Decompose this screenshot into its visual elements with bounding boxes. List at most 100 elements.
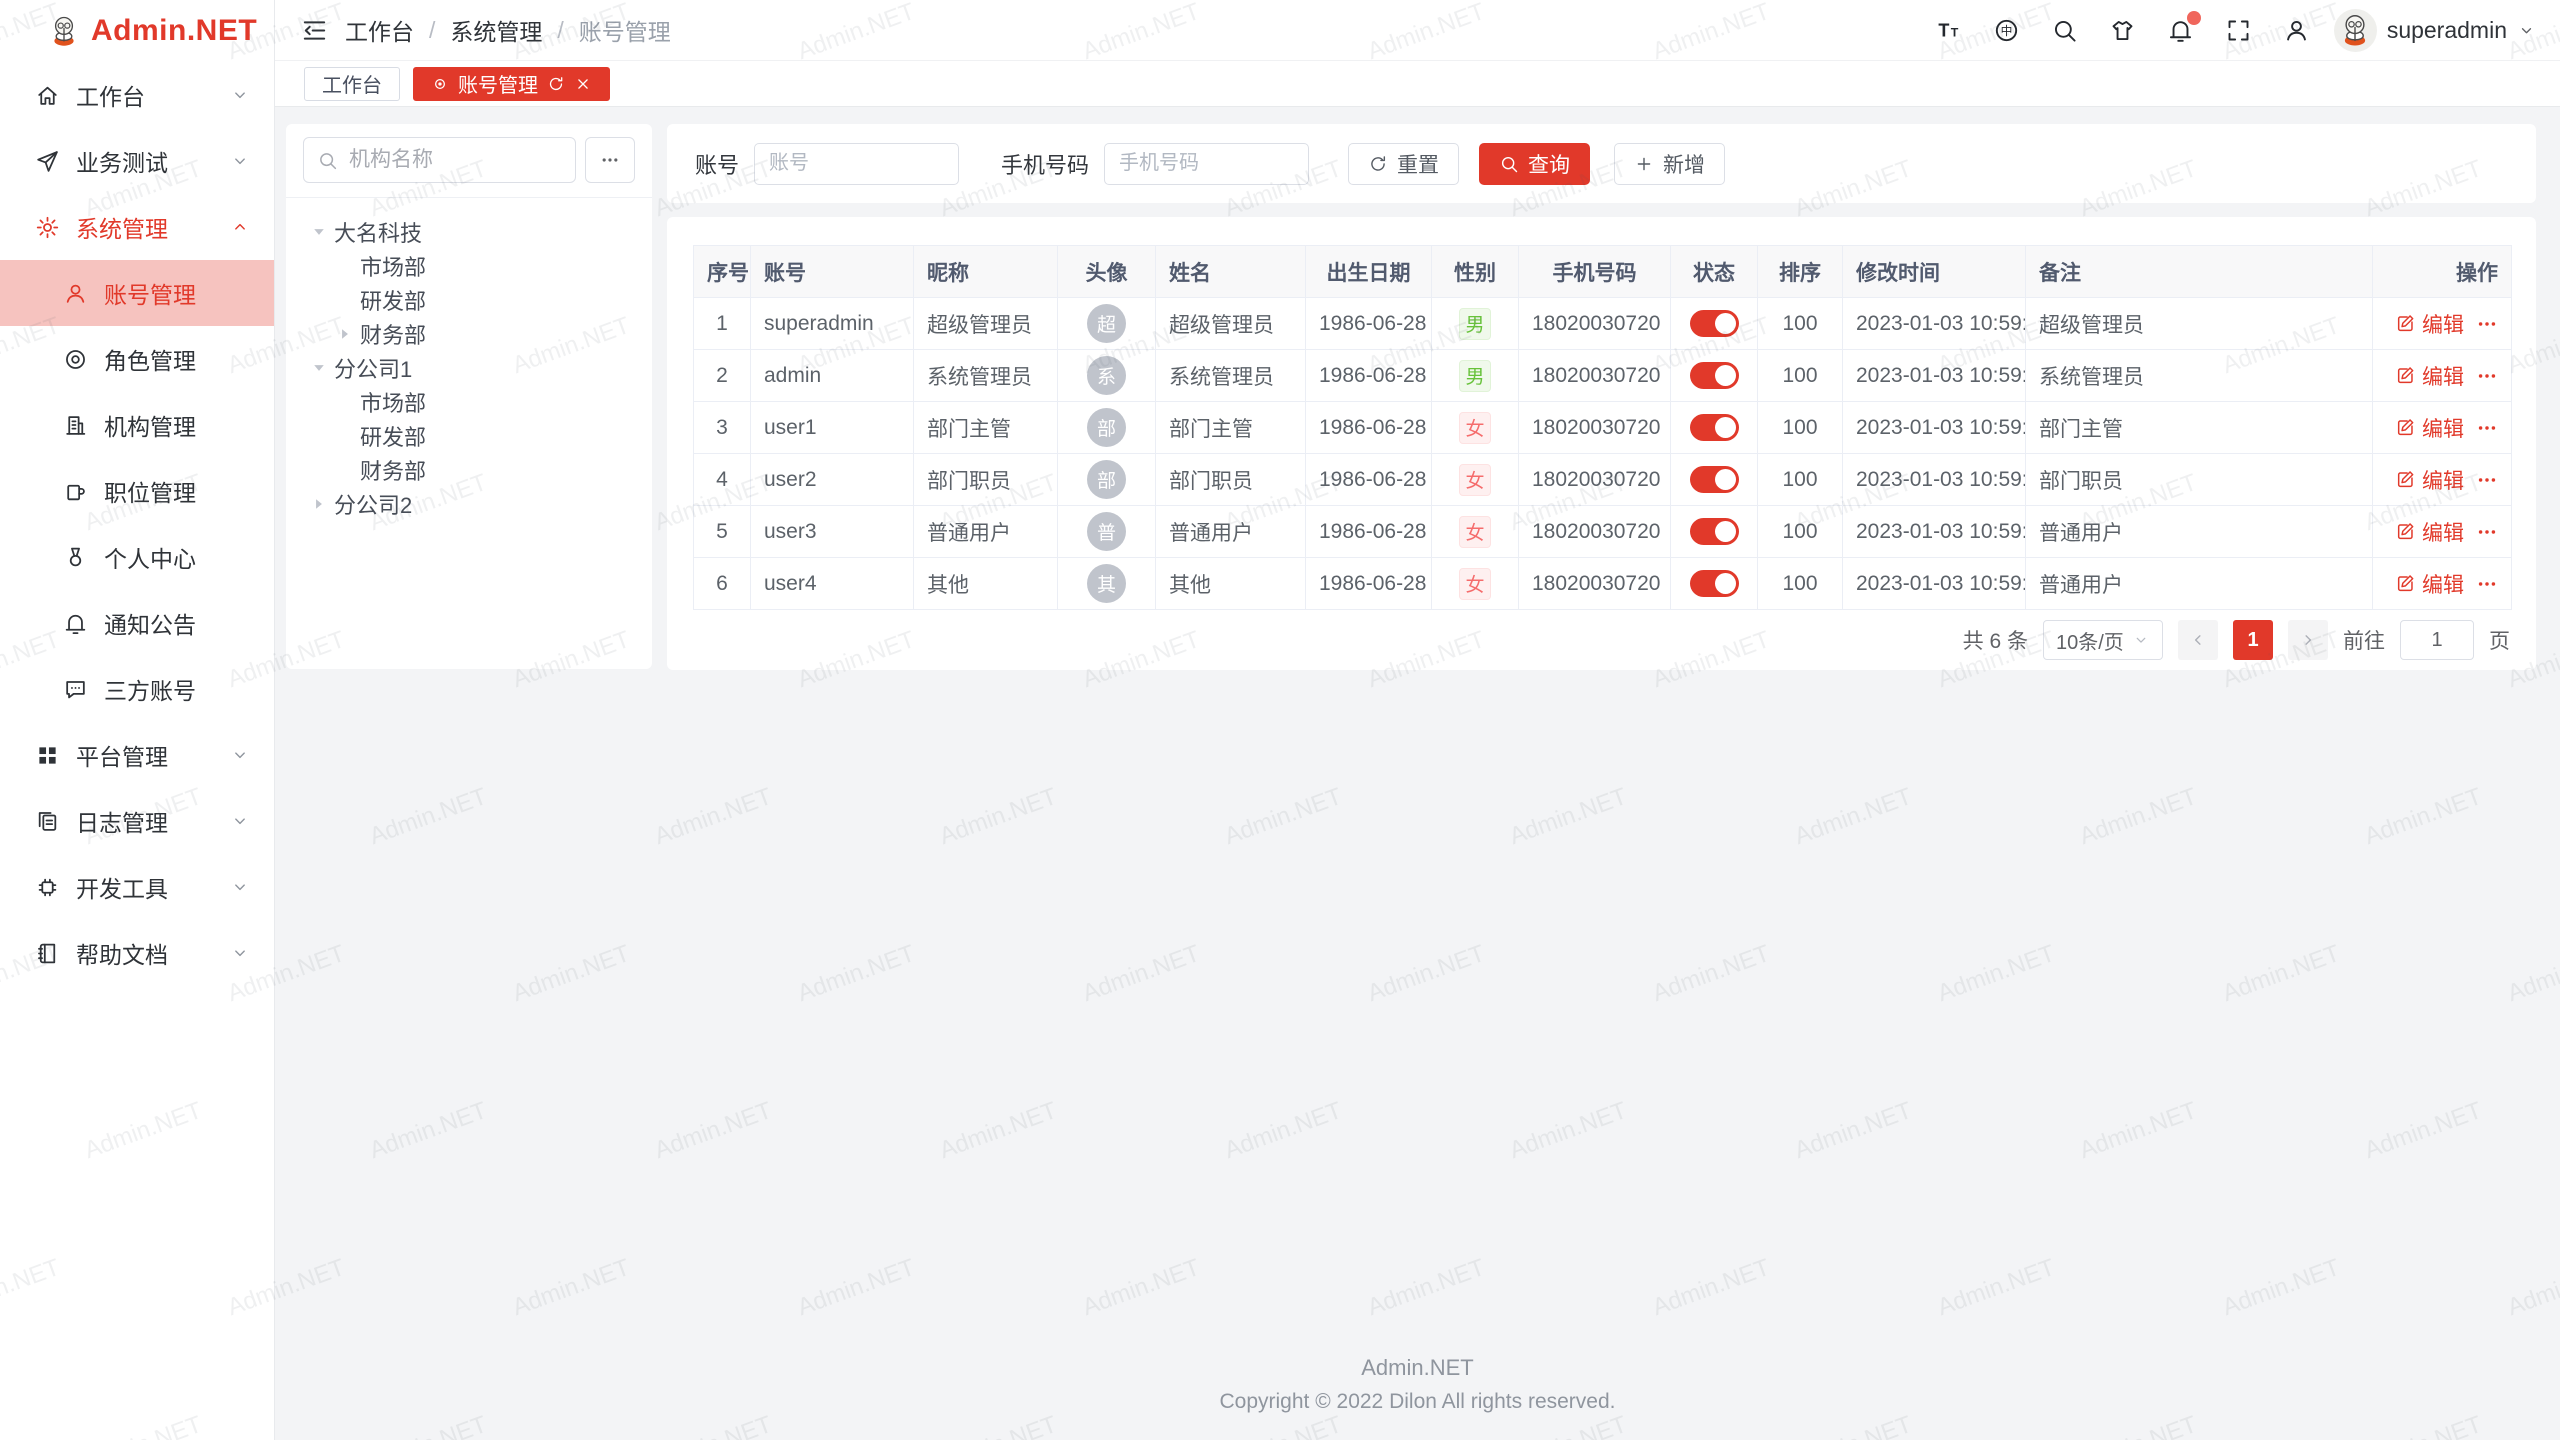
cell-birthdate: 1986-06-28: [1306, 454, 1432, 506]
next-page-button[interactable]: [2288, 620, 2328, 660]
cell-nickname: 系统管理员: [914, 350, 1058, 402]
theme-icon[interactable]: [2109, 17, 2136, 44]
prev-page-button[interactable]: [2178, 620, 2218, 660]
tree-node[interactable]: 分公司1: [294, 351, 644, 385]
profile-icon[interactable]: [2283, 17, 2310, 44]
tree-node[interactable]: 研发部: [294, 283, 644, 317]
tab-close-icon[interactable]: [574, 75, 592, 93]
edit-icon: [2395, 313, 2416, 334]
cell-account: admin: [751, 350, 914, 402]
fullscreen-icon[interactable]: [2225, 17, 2252, 44]
column-header-avatar: 头像: [1058, 246, 1156, 298]
cell-phone: 18020030720: [1519, 454, 1671, 506]
row-more-button[interactable]: [2476, 573, 2498, 595]
sidebar-item-notice-announcement[interactable]: 通知公告: [0, 590, 274, 656]
page-size-select[interactable]: 10条/页: [2043, 620, 2163, 660]
query-button[interactable]: 查询: [1479, 143, 1590, 185]
account-filter-input[interactable]: [754, 143, 959, 185]
edit-button[interactable]: 编辑: [2395, 569, 2464, 599]
tree-node[interactable]: 财务部: [294, 317, 644, 351]
reset-button[interactable]: 重置: [1348, 143, 1459, 185]
org-search-input[interactable]: [347, 147, 562, 173]
cell-phone: 18020030720: [1519, 402, 1671, 454]
tab-refresh-icon[interactable]: [547, 75, 565, 93]
grid-icon: [35, 743, 60, 768]
caret-right-icon[interactable]: [334, 323, 356, 345]
chevron-down-icon: [2517, 21, 2536, 40]
sidebar-item-account-management[interactable]: 账号管理: [0, 260, 274, 326]
row-more-button[interactable]: [2476, 365, 2498, 387]
accounts-table: 序号账号昵称头像姓名出生日期性别手机号码状态排序修改时间备注操作1superad…: [693, 245, 2512, 610]
status-toggle[interactable]: [1690, 570, 1739, 597]
gender-tag: 女: [1459, 464, 1491, 496]
column-header-name: 姓名: [1156, 246, 1306, 298]
goto-page-input[interactable]: [2400, 620, 2474, 660]
sidebar-item-system-management[interactable]: 系统管理: [0, 194, 274, 260]
svg-text:T: T: [1951, 25, 1959, 39]
tree-node[interactable]: 市场部: [294, 249, 644, 283]
notification-icon[interactable]: [2167, 17, 2194, 44]
tree-node[interactable]: 研发部: [294, 419, 644, 453]
language-icon[interactable]: 中: [1993, 17, 2020, 44]
font-size-icon[interactable]: TT: [1935, 17, 1962, 44]
edit-button[interactable]: 编辑: [2395, 517, 2464, 547]
sidebar-item-help-docs[interactable]: 帮助文档: [0, 920, 274, 986]
chat-icon: [63, 677, 88, 702]
row-more-button[interactable]: [2476, 417, 2498, 439]
cell-account: user4: [751, 558, 914, 610]
tree-node[interactable]: 市场部: [294, 385, 644, 419]
tab-account-management[interactable]: 账号管理: [413, 67, 610, 101]
edit-button[interactable]: 编辑: [2395, 361, 2464, 391]
sidebar-item-log-management[interactable]: 日志管理: [0, 788, 274, 854]
sidebar-item-position-management[interactable]: 职位管理: [0, 458, 274, 524]
breadcrumb-item-system-management[interactable]: 系统管理: [450, 13, 542, 47]
status-toggle[interactable]: [1690, 466, 1739, 493]
cell-birthdate: 1986-06-28: [1306, 402, 1432, 454]
status-toggle[interactable]: [1690, 414, 1739, 441]
org-more-button[interactable]: [585, 137, 635, 183]
sidebar-item-workbench[interactable]: 工作台: [0, 62, 274, 128]
status-toggle[interactable]: [1690, 310, 1739, 337]
edit-button[interactable]: 编辑: [2395, 309, 2464, 339]
edit-button[interactable]: 编辑: [2395, 465, 2464, 495]
topbar-icon-group: TT 中: [1935, 17, 2310, 44]
topbar-actions: TT 中 superadmin: [1935, 9, 2536, 52]
status-toggle[interactable]: [1690, 362, 1739, 389]
sidebar-item-platform-management[interactable]: 平台管理: [0, 722, 274, 788]
current-page[interactable]: 1: [2233, 620, 2273, 660]
search-icon: [1499, 154, 1519, 174]
sidebar-item-personal-center[interactable]: 个人中心: [0, 524, 274, 590]
cell-modified_time: 2023-01-03 10:59:44: [1843, 350, 2026, 402]
caret-down-icon[interactable]: [308, 221, 330, 243]
search-icon[interactable]: [2051, 17, 2078, 44]
cell-avatar: 部: [1058, 454, 1156, 506]
phone-filter-input[interactable]: [1104, 143, 1309, 185]
user-menu[interactable]: superadmin: [2334, 9, 2536, 52]
tree-node[interactable]: 财务部: [294, 453, 644, 487]
tree-node[interactable]: 分公司2: [294, 487, 644, 521]
caret-right-icon[interactable]: [308, 493, 330, 515]
tree-node[interactable]: 大名科技: [294, 215, 644, 249]
sidebar-item-third-party-account[interactable]: 三方账号: [0, 656, 274, 722]
svg-text:中: 中: [2000, 24, 2012, 38]
user-icon: [63, 281, 88, 306]
edit-button[interactable]: 编辑: [2395, 413, 2464, 443]
chevron-down-icon: [230, 943, 250, 963]
avatar: 普: [1087, 512, 1126, 551]
breadcrumb-item-workbench[interactable]: 工作台: [345, 13, 414, 47]
cell-name: 超级管理员: [1156, 298, 1306, 350]
cell-avatar: 部: [1058, 402, 1156, 454]
sidebar-item-business-test[interactable]: 业务测试: [0, 128, 274, 194]
add-button[interactable]: 新增: [1614, 143, 1725, 185]
caret-down-icon[interactable]: [308, 357, 330, 379]
sidebar-item-dev-tools[interactable]: 开发工具: [0, 854, 274, 920]
menu-fold-icon[interactable]: [300, 16, 329, 45]
status-toggle[interactable]: [1690, 518, 1739, 545]
building-icon: [63, 413, 88, 438]
row-more-button[interactable]: [2476, 521, 2498, 543]
row-more-button[interactable]: [2476, 313, 2498, 335]
row-more-button[interactable]: [2476, 469, 2498, 491]
sidebar-item-org-management[interactable]: 机构管理: [0, 392, 274, 458]
tab-workbench[interactable]: 工作台: [304, 67, 400, 101]
sidebar-item-role-management[interactable]: 角色管理: [0, 326, 274, 392]
